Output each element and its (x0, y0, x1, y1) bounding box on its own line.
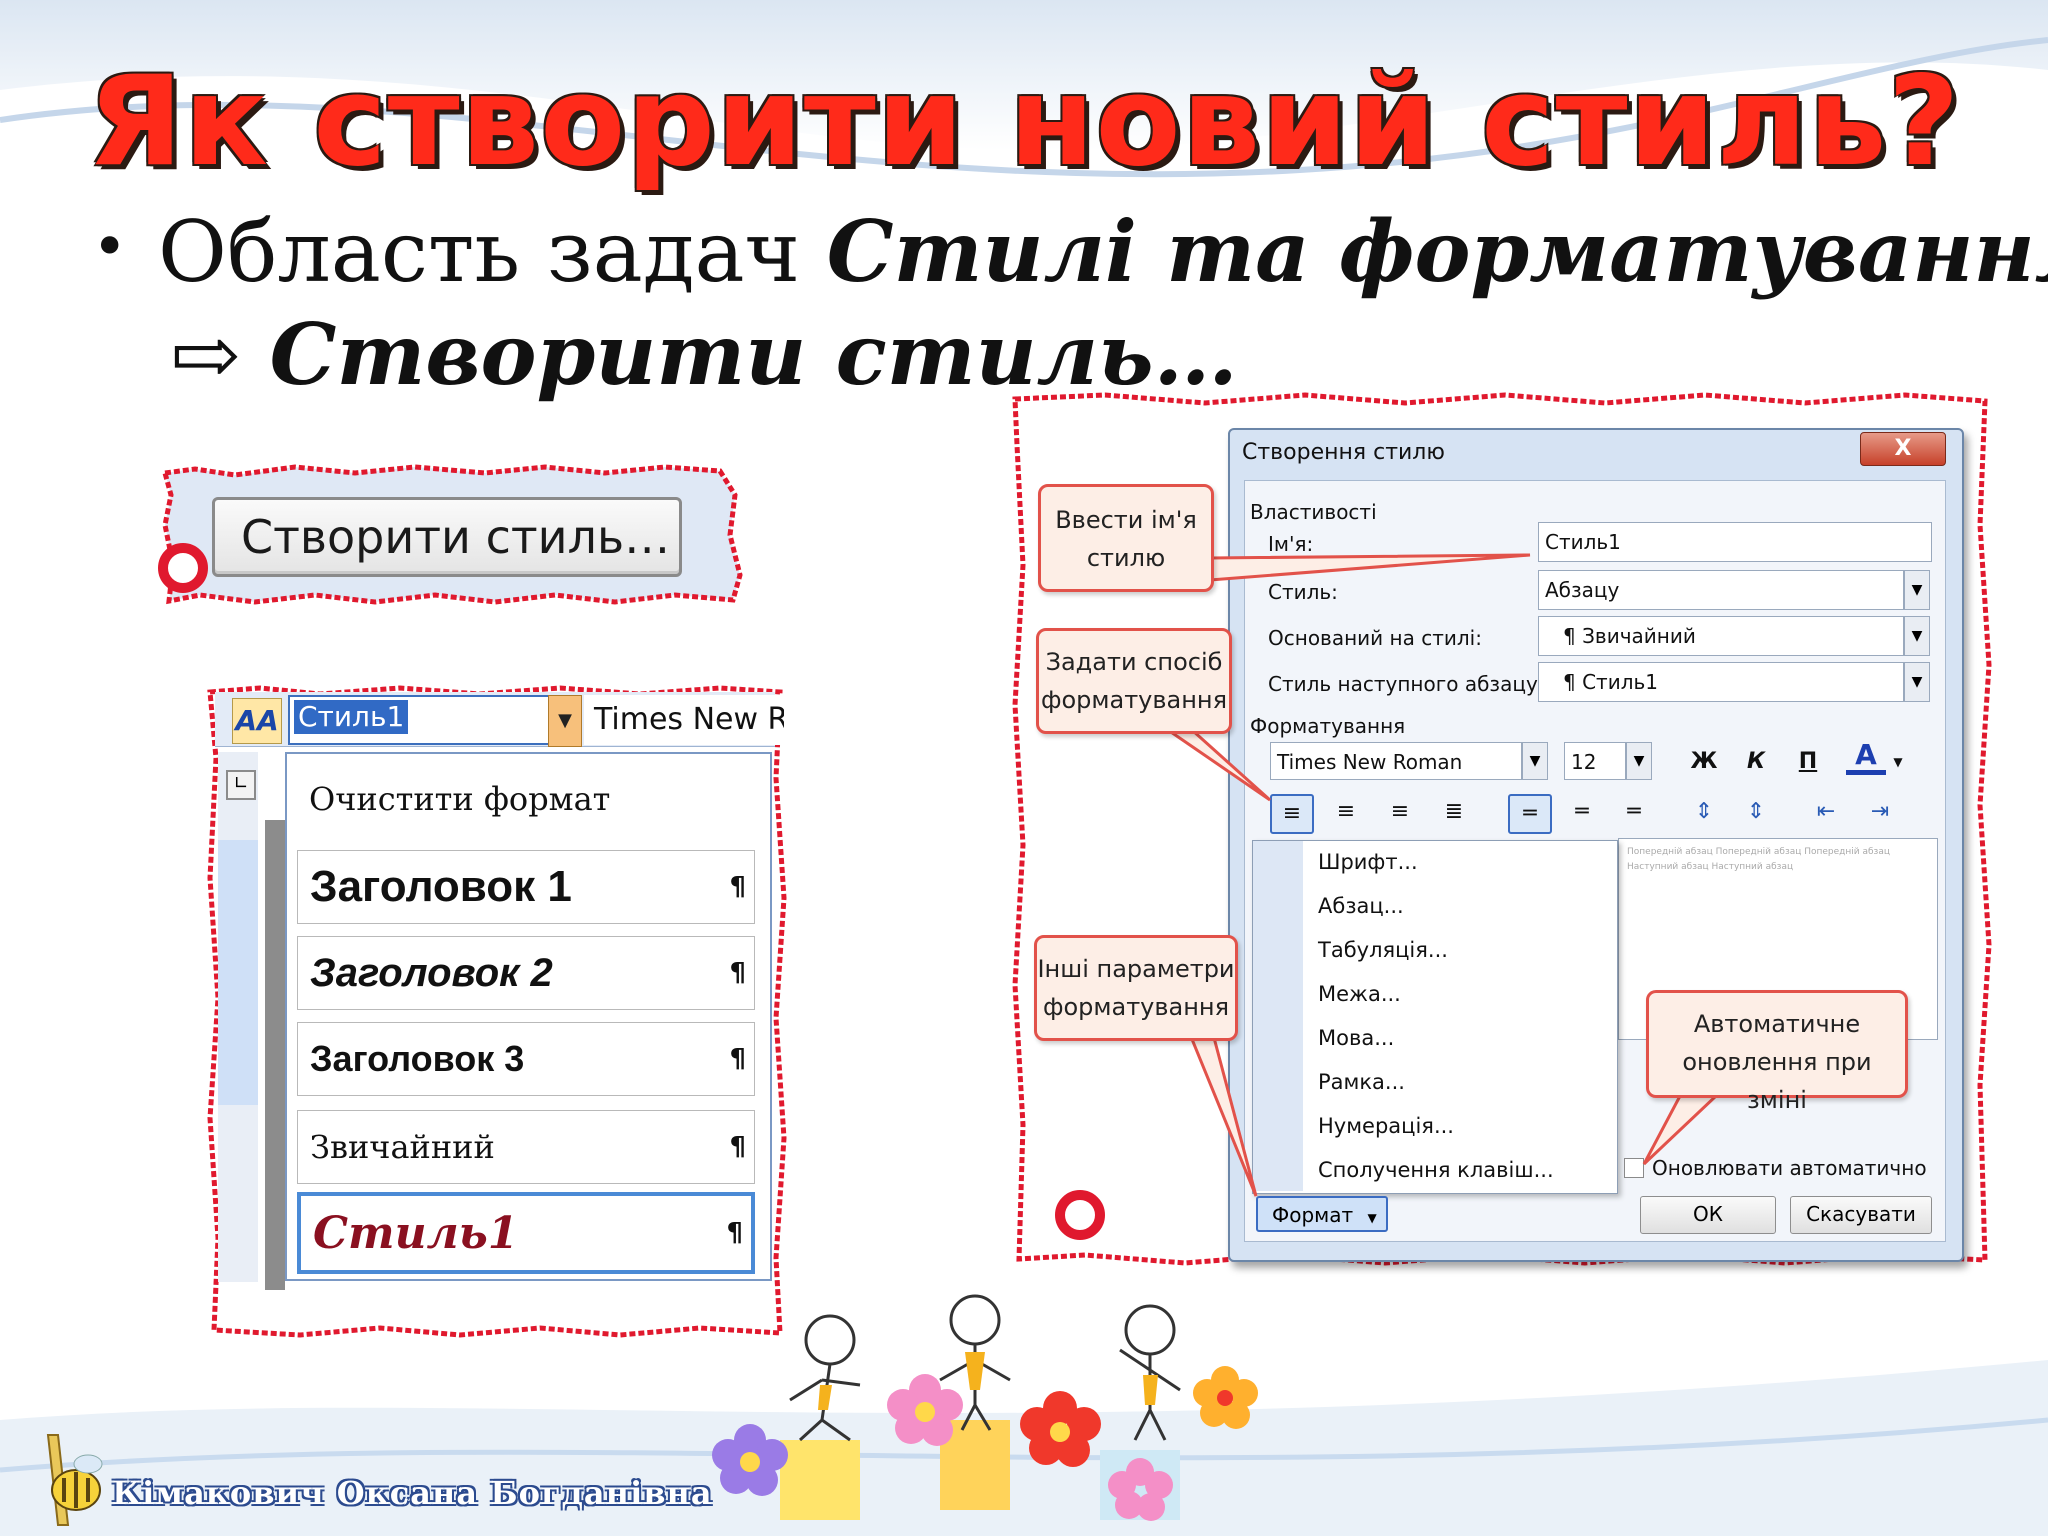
callout-other-params: Інші параметри форматування (1034, 935, 1238, 1041)
callout-auto-update: Автоматичне оновлення при зміні (1646, 990, 1908, 1114)
children-illustration (712, 1294, 1258, 1521)
bee-pencil-logo (46, 1434, 103, 1526)
marker-icon (1055, 1190, 1105, 1240)
callout-enter-name: Ввести ім'я стилю (1038, 484, 1214, 592)
callout-set-format: Задати спосіб форматування (1036, 628, 1232, 734)
author-name: Кімакович Оксана Богданівна (112, 1474, 713, 1512)
